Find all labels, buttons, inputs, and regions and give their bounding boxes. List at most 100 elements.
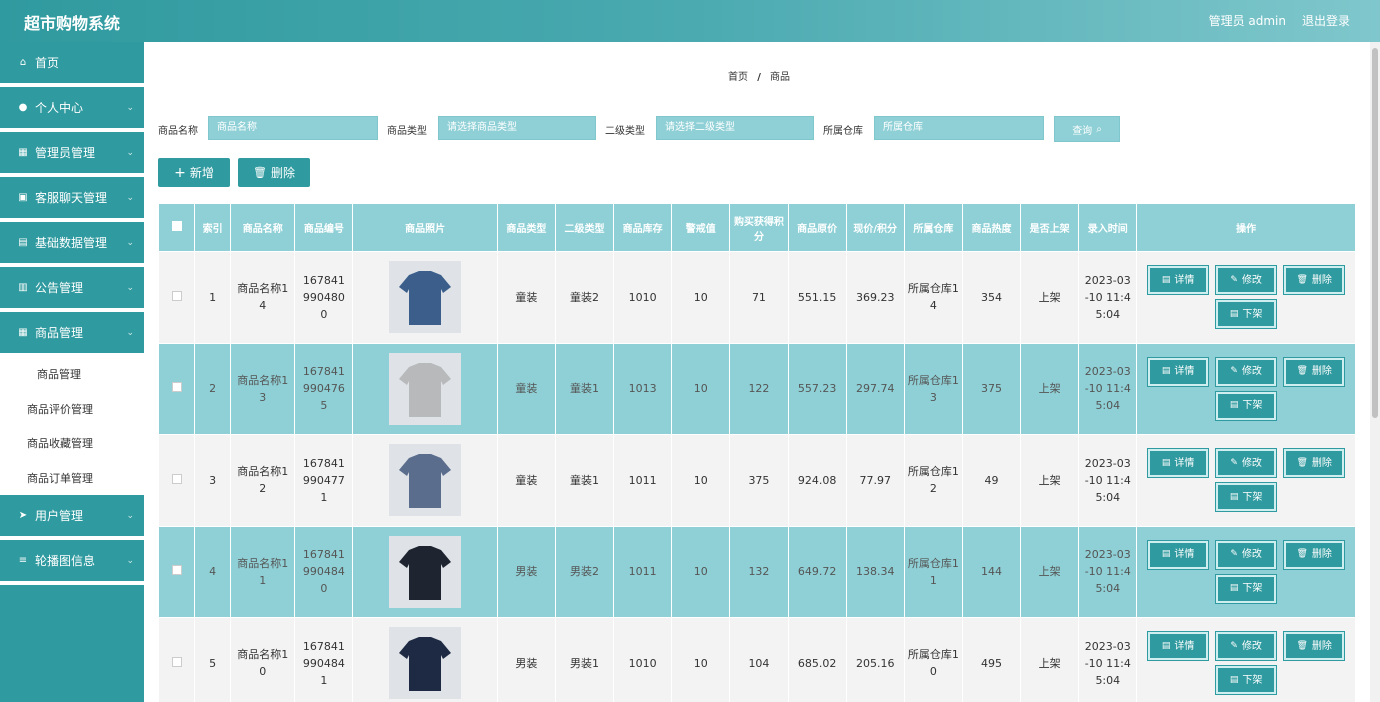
warehouse-input[interactable]: 所属仓库 bbox=[874, 116, 1044, 140]
chevron-down-icon: ⌄ bbox=[126, 283, 134, 293]
edit-button[interactable]: ✎ 修改 bbox=[1215, 539, 1278, 570]
row-select-cell bbox=[157, 434, 196, 527]
breadcrumb-home[interactable]: 首页 bbox=[728, 72, 748, 83]
cell-type: 童装 bbox=[496, 342, 556, 435]
offshelf-button[interactable]: ▤ 下架 bbox=[1215, 573, 1278, 604]
row-checkbox[interactable] bbox=[171, 565, 182, 576]
offshelf-button-label: 下架 bbox=[1242, 400, 1263, 412]
edit-button-label: 修改 bbox=[1241, 640, 1262, 652]
delete-button[interactable]: 🗑 删除 bbox=[1283, 356, 1346, 387]
cell-orig: 551.15 bbox=[787, 251, 847, 344]
row-checkbox[interactable] bbox=[171, 473, 182, 484]
detail-button[interactable]: ▤ 详情 bbox=[1147, 631, 1210, 662]
cell-name: 商品名称13 bbox=[230, 342, 296, 435]
product-type-select[interactable]: 请选择商品类型 bbox=[438, 116, 596, 140]
cell-warehouse: 所属仓库12 bbox=[903, 434, 963, 527]
row-actions: ▤ 详情 ✎ 修改 🗑 删除 ▤ 下架 bbox=[1146, 356, 1346, 421]
bulk-delete-button[interactable]: 🗑 删除 bbox=[238, 158, 310, 187]
logout-link[interactable]: 退出登录 bbox=[1302, 12, 1350, 29]
submenu-item[interactable]: 商品管理 bbox=[0, 357, 144, 392]
cell-price: 297.74 bbox=[845, 342, 905, 435]
delete-button[interactable]: 🗑 删除 bbox=[1283, 539, 1346, 570]
pencil-icon: ✎ bbox=[1230, 549, 1238, 560]
cell-time: 2023-03-10 11:45:04 bbox=[1078, 434, 1138, 527]
search-icon: ⌕ bbox=[1096, 123, 1102, 135]
subtype-select[interactable]: 请选择二级类型 bbox=[656, 116, 814, 140]
cell-code: 1678419904771 bbox=[294, 434, 354, 527]
cell-warn: 10 bbox=[671, 525, 731, 618]
cell-warehouse: 所属仓库10 bbox=[903, 617, 963, 702]
cell-price: 369.23 bbox=[845, 251, 905, 344]
grid-icon: ▦ bbox=[18, 326, 28, 338]
delete-button[interactable]: 🗑 删除 bbox=[1283, 448, 1346, 479]
edit-button[interactable]: ✎ 修改 bbox=[1215, 265, 1278, 296]
offshelf-button-label: 下架 bbox=[1242, 583, 1263, 595]
cell-subtype: 男装1 bbox=[554, 617, 615, 702]
row-actions: ▤ 详情 ✎ 修改 🗑 删除 ▤ 下架 bbox=[1146, 631, 1346, 696]
edit-button[interactable]: ✎ 修改 bbox=[1215, 448, 1278, 479]
submenu-item[interactable]: 商品订单管理 bbox=[0, 461, 144, 496]
delete-button[interactable]: 🗑 删除 bbox=[1283, 631, 1346, 662]
sidebar-item-6[interactable]: ▦ 商品管理 ⌄ bbox=[0, 312, 144, 357]
offshelf-button[interactable]: ▤ 下架 bbox=[1215, 482, 1278, 513]
trash-icon: 🗑 bbox=[1296, 366, 1308, 377]
select-all-checkbox[interactable] bbox=[171, 221, 182, 231]
trash-icon: 🗑 bbox=[1296, 549, 1308, 560]
column-header: 商品名称 bbox=[230, 203, 296, 252]
page-scrollbar[interactable] bbox=[1370, 42, 1380, 702]
send-icon: ➤ bbox=[18, 509, 28, 521]
detail-button[interactable]: ▤ 详情 bbox=[1147, 356, 1210, 387]
cell-status: 上架 bbox=[1020, 617, 1080, 702]
add-button[interactable]: + 新增 bbox=[158, 158, 230, 187]
cell-stock: 1013 bbox=[613, 342, 673, 435]
edit-button-label: 修改 bbox=[1241, 457, 1262, 469]
column-header: 购买获得积分 bbox=[729, 203, 789, 252]
row-select-cell bbox=[157, 617, 196, 702]
chevron-down-icon: ⌄ bbox=[126, 556, 134, 566]
sidebar-item-2[interactable]: ▦ 管理员管理 ⌄ bbox=[0, 132, 144, 177]
sidebar-item-5[interactable]: ▥ 公告管理 ⌄ bbox=[0, 267, 144, 312]
cell-type: 男装 bbox=[496, 617, 556, 702]
edit-button[interactable]: ✎ 修改 bbox=[1215, 631, 1278, 662]
scrollbar-thumb[interactable] bbox=[1372, 48, 1378, 418]
sidebar-item-label: 管理员管理 bbox=[35, 146, 96, 160]
column-header: 警戒值 bbox=[671, 203, 731, 252]
document-icon: ▤ bbox=[1161, 274, 1171, 285]
sidebar-item-0[interactable]: ⌂ 首页 bbox=[0, 42, 144, 87]
offshelf-button[interactable]: ▤ 下架 bbox=[1215, 665, 1278, 696]
sidebar-item-1[interactable]: ● 个人中心 ⌄ bbox=[0, 87, 144, 132]
row-checkbox[interactable] bbox=[171, 290, 182, 301]
breadcrumb-separator: / bbox=[757, 72, 761, 83]
sidebar-item-a0[interactable]: ➤ 用户管理 ⌄ bbox=[0, 495, 144, 540]
select-all-header[interactable] bbox=[157, 203, 196, 252]
cell-time: 2023-03-10 11:45:04 bbox=[1078, 617, 1138, 702]
detail-button[interactable]: ▤ 详情 bbox=[1147, 265, 1210, 296]
cell-index: 3 bbox=[194, 434, 232, 527]
detail-button[interactable]: ▤ 详情 bbox=[1147, 448, 1210, 479]
row-checkbox[interactable] bbox=[171, 656, 182, 667]
document-icon: ▤ bbox=[1161, 457, 1171, 468]
cell-points: 71 bbox=[729, 251, 789, 344]
submenu-item[interactable]: 商品评价管理 bbox=[0, 392, 144, 427]
column-header: 商品原价 bbox=[787, 203, 847, 252]
product-name-input[interactable]: 商品名称 bbox=[208, 116, 378, 140]
submenu-item[interactable]: 商品收藏管理 bbox=[0, 426, 144, 461]
document-icon: ▤ bbox=[1161, 366, 1171, 377]
edit-button[interactable]: ✎ 修改 bbox=[1215, 356, 1278, 387]
row-actions-cell: ▤ 详情 ✎ 修改 🗑 删除 ▤ 下架 bbox=[1136, 525, 1356, 618]
offshelf-button[interactable]: ▤ 下架 bbox=[1215, 390, 1278, 421]
cell-code: 1678419904841 bbox=[294, 617, 354, 702]
row-checkbox[interactable] bbox=[171, 382, 182, 393]
sidebar-item-a1[interactable]: ≡ 轮播图信息 ⌄ bbox=[0, 540, 144, 585]
detail-button[interactable]: ▤ 详情 bbox=[1147, 539, 1210, 570]
sidebar-item-label: 客服聊天管理 bbox=[35, 191, 108, 205]
sidebar-item-3[interactable]: ▣ 客服聊天管理 ⌄ bbox=[0, 177, 144, 222]
query-button[interactable]: 查询 ⌕ bbox=[1054, 116, 1120, 142]
cell-warn: 10 bbox=[671, 617, 731, 702]
edit-button-label: 修改 bbox=[1241, 549, 1262, 561]
delete-button[interactable]: 🗑 删除 bbox=[1283, 265, 1346, 296]
offshelf-button[interactable]: ▤ 下架 bbox=[1215, 299, 1278, 330]
cell-index: 1 bbox=[194, 251, 232, 344]
cell-status: 上架 bbox=[1020, 434, 1080, 527]
sidebar-item-4[interactable]: ▤ 基础数据管理 ⌄ bbox=[0, 222, 144, 267]
